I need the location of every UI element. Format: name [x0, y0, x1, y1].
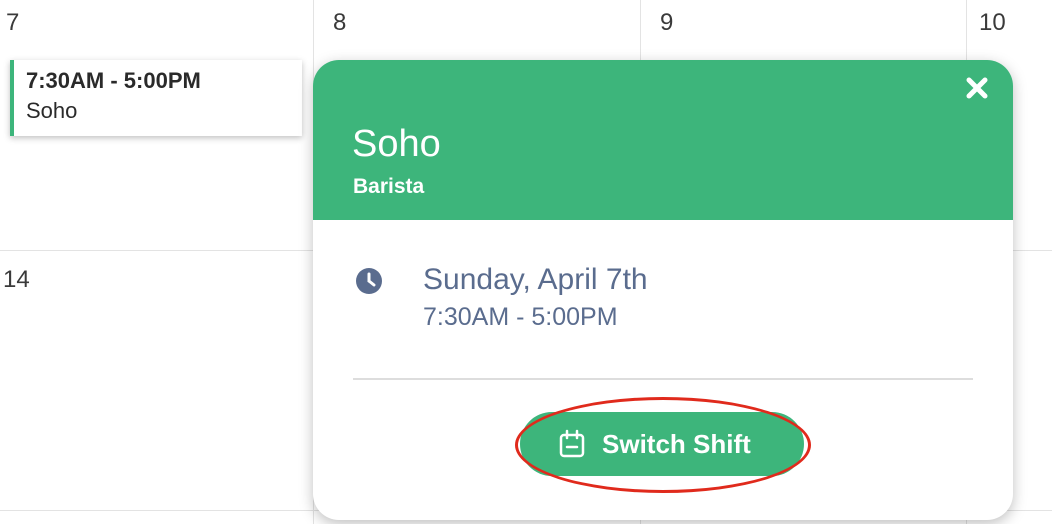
- switch-shift-button[interactable]: Switch Shift: [520, 412, 804, 476]
- day-number[interactable]: 14: [3, 266, 30, 294]
- day-number[interactable]: 9: [660, 9, 673, 37]
- popup-subtitle: Barista: [353, 175, 425, 198]
- divider: [353, 378, 973, 380]
- switch-shift-label: Switch Shift: [602, 429, 751, 459]
- shift-time: 7:30AM - 5:00PM: [26, 68, 201, 93]
- shift-time-range: 7:30AM - 5:00PM: [423, 303, 618, 331]
- shift-card[interactable]: 7:30AM - 5:00PM Soho: [10, 60, 302, 136]
- day-number[interactable]: 7: [6, 9, 19, 37]
- shift-date: Sunday, April 7th: [423, 263, 648, 296]
- shift-location: Soho: [26, 98, 78, 123]
- day-number[interactable]: 8: [333, 9, 346, 37]
- popup-header: Soho Barista: [313, 60, 1013, 220]
- close-icon[interactable]: [963, 74, 991, 102]
- clock-icon: [355, 267, 383, 295]
- shift-details-popup: Soho Barista Sunday, April 7th 7:30AM - …: [313, 60, 1013, 520]
- calendar-icon: [558, 429, 586, 459]
- day-number[interactable]: 10: [979, 9, 1006, 37]
- popup-title: Soho: [352, 123, 441, 165]
